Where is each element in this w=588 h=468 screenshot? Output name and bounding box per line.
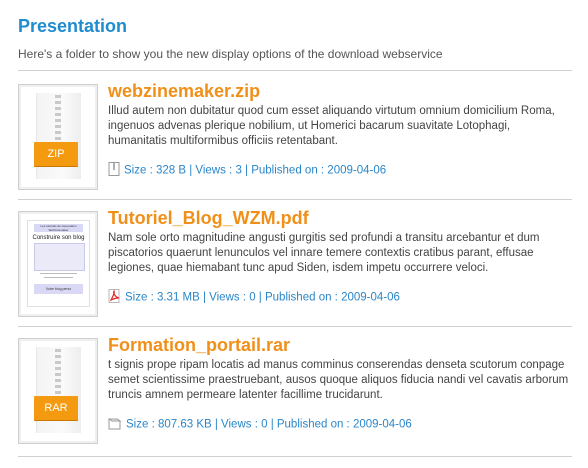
- file-description: t signis prope ripam locatis ad manus co…: [108, 359, 569, 401]
- zipper-graphic: [55, 349, 61, 397]
- file-item-pdf: Les tutoriels de Generation Webzinemaker…: [18, 208, 578, 331]
- pdf-preview: Les tutoriels de Generation Webzinemaker…: [27, 220, 90, 307]
- pdf-preview-header: Les tutoriels de Generation Webzinemaker: [34, 224, 83, 232]
- rar-badge: RAR: [34, 396, 78, 420]
- file-description: Nam sole orto magnitudine angusti gurgit…: [108, 232, 540, 274]
- file-thumbnail[interactable]: RAR: [18, 338, 98, 444]
- file-meta: Size : 3.31 MB | Views : 0 | Published o…: [108, 289, 400, 306]
- pdf-preview-footer: Votre blog perso: [34, 284, 83, 294]
- file-description: Illud autem non dubitatur quod cum esset…: [108, 105, 555, 147]
- pdf-preview-line: [40, 273, 77, 274]
- file-name-link[interactable]: Formation_portail.rar: [108, 335, 290, 356]
- file-item-zip: ZIP webzinemaker.zip Illud autem non dub…: [18, 81, 578, 204]
- file-icon: [107, 416, 122, 433]
- divider: [18, 326, 572, 327]
- divider: [18, 70, 572, 71]
- pdf-preview-line: [44, 277, 73, 278]
- file-name-link[interactable]: Tutoriel_Blog_WZM.pdf: [108, 208, 309, 229]
- file-meta: Size : 807.63 KB | Views : 0 | Published…: [107, 416, 412, 433]
- pdf-preview-box: [34, 243, 85, 271]
- page-title: Presentation: [18, 16, 128, 36]
- file-item-rar: RAR Formation_portail.rar t signis prope…: [18, 335, 578, 458]
- file-name-link[interactable]: webzinemaker.zip: [108, 81, 260, 102]
- file-meta-text: Size : 3.31 MB | Views : 0 | Published o…: [125, 291, 400, 304]
- divider: [18, 456, 572, 457]
- folder-intro: Here's a folder to show you the new disp…: [18, 47, 443, 61]
- file-meta-text: Size : 807.63 KB | Views : 0 | Published…: [126, 418, 412, 431]
- pdf-preview-footer-text: Votre blog perso: [45, 287, 72, 291]
- zip-file-icon: [108, 162, 120, 179]
- file-meta-text: Size : 328 B | Views : 3 | Published on …: [124, 164, 387, 177]
- file-meta: Size : 328 B | Views : 3 | Published on …: [108, 162, 386, 179]
- zip-badge: ZIP: [34, 142, 78, 166]
- file-thumbnail[interactable]: Les tutoriels de Generation Webzinemaker…: [18, 211, 98, 317]
- divider: [18, 199, 572, 200]
- zipper-graphic: [55, 95, 61, 143]
- file-thumbnail[interactable]: ZIP: [18, 84, 98, 190]
- pdf-preview-title: Construire son blog: [32, 235, 85, 241]
- pdf-file-icon: [108, 289, 121, 306]
